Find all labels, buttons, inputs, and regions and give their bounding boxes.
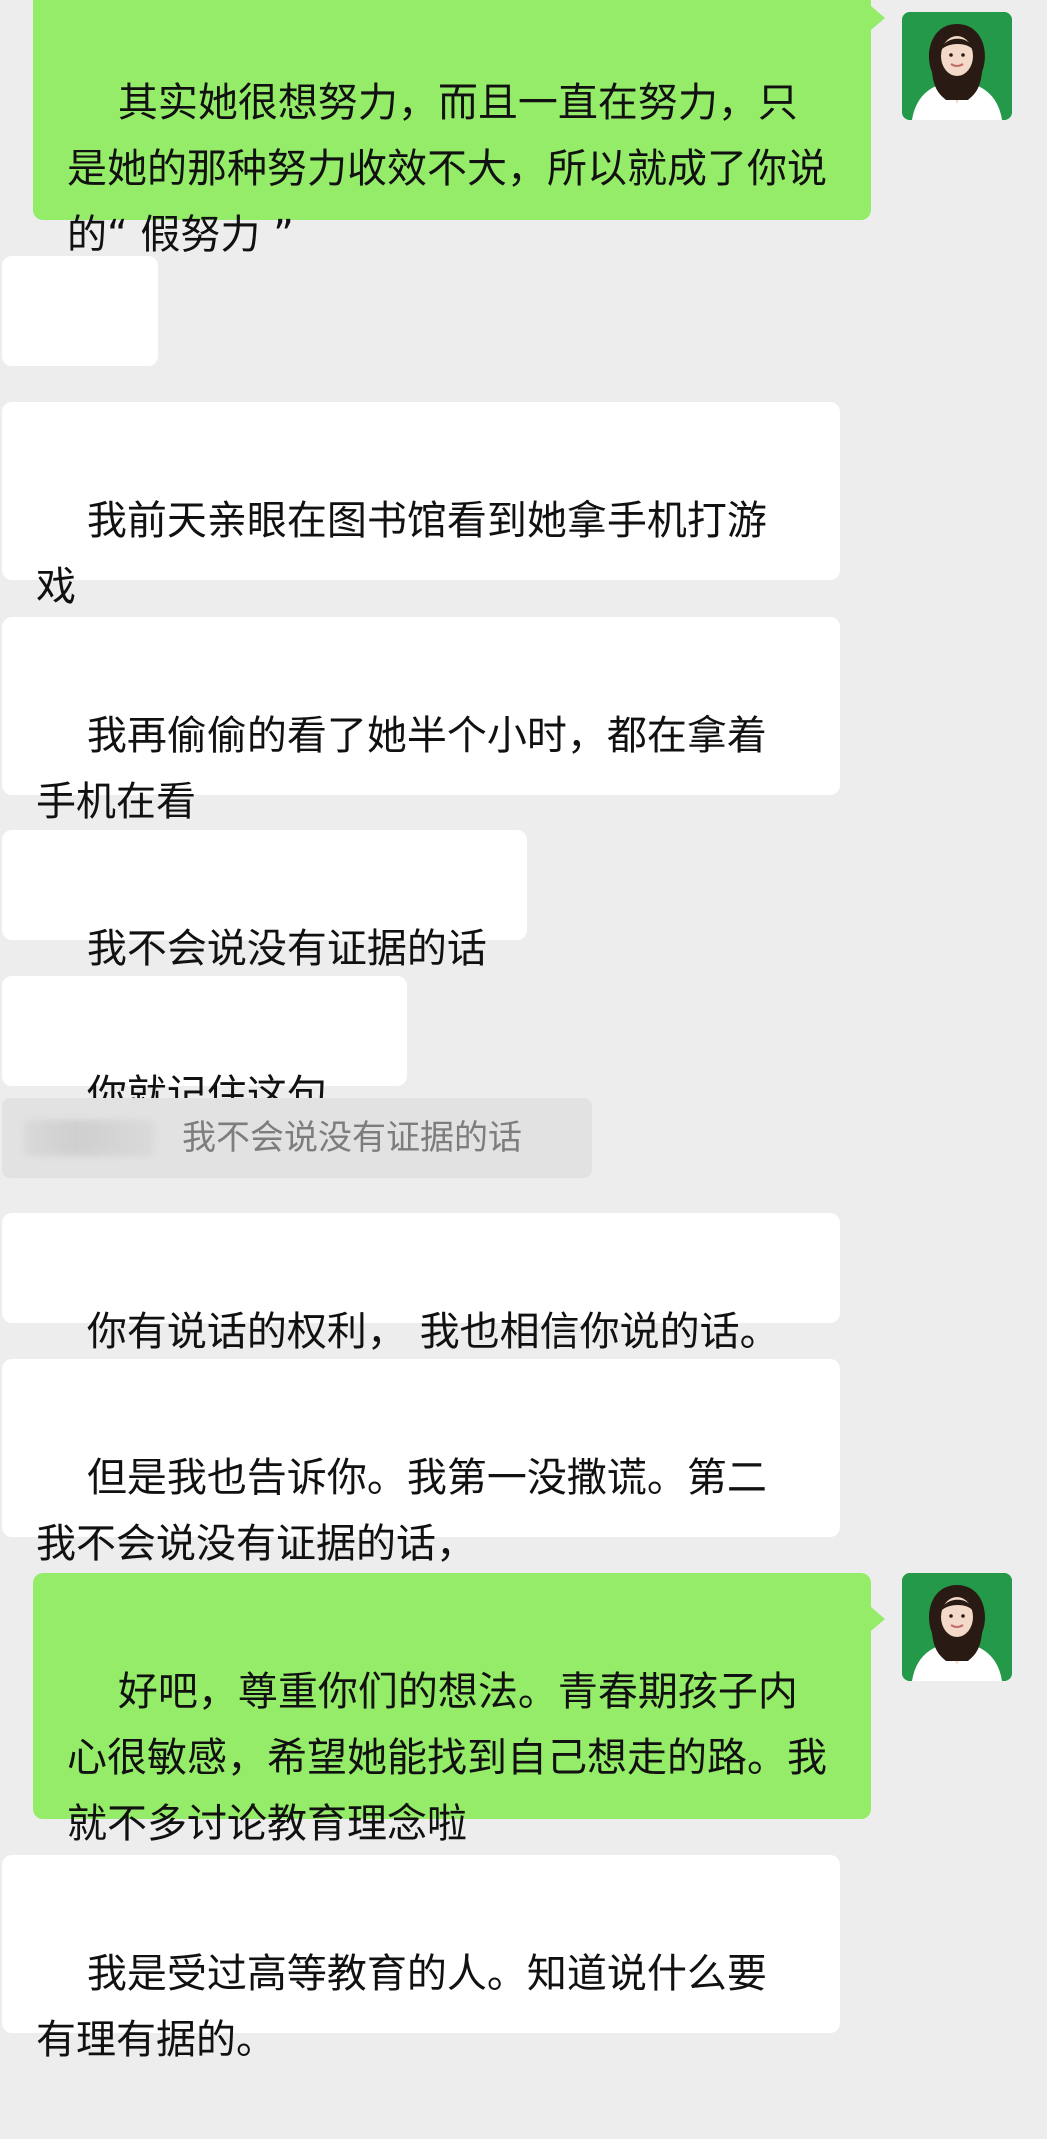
person-portrait-icon — [902, 1573, 1012, 1681]
message-text: 其实她很想努力，而且一直在努力，只是她的那种努力收效不大，所以就成了你说的“ 假… — [67, 80, 827, 258]
message-bubble-incoming[interactable]: 但是我也告诉你。我第一没撒谎。第二我不会说没有证据的话， — [2, 1359, 840, 1567]
user-avatar-icon[interactable] — [902, 12, 1012, 120]
message-bubble-incoming[interactable]: 我再偷偷的看了她半个小时，都在拿着手机在看 — [2, 617, 840, 825]
message-bubble-outgoing[interactable]: 其实她很想努力，而且一直在努力，只是她的那种努力收效不大，所以就成了你说的“ 假… — [33, 0, 885, 258]
person-portrait-icon — [902, 12, 1012, 120]
message-bubble-incoming[interactable]: 扯淡 — [2, 256, 158, 464]
quoted-message-text: 我不会说没有证据的话 — [182, 1118, 522, 1158]
message-text: 你有说话的权利， 我也相信你说的话。 — [86, 1309, 780, 1355]
quoted-message[interactable]: 我不会说没有证据的话 — [2, 1098, 592, 1178]
message-text: 我是受过高等教育的人。知道说什么要有理有据的。 — [36, 1951, 767, 2063]
message-bubble-incoming[interactable]: 你有说话的权利， 我也相信你说的话。 — [2, 1213, 840, 1355]
message-text: 我不会说没有证据的话 — [86, 926, 487, 972]
message-bubble-incoming[interactable]: 我前天亲眼在图书馆看到她拿手机打游戏 — [2, 402, 840, 610]
bubble-tail — [871, 6, 885, 30]
message-bubble-incoming[interactable]: 我不会说没有证据的话 — [2, 830, 527, 972]
message-text: 好吧，尊重你们的想法。青春期孩子内心很敏感，希望她能找到自己想走的路。我就不多讨… — [67, 1669, 827, 1847]
message-text: 但是我也告诉你。我第一没撒谎。第二我不会说没有证据的话， — [36, 1455, 767, 1567]
quoted-sender-name-blurred — [24, 1120, 154, 1156]
chat-container: 其实她很想努力，而且一直在努力，只是她的那种努力收效不大，所以就成了你说的“ 假… — [0, 0, 1047, 2063]
message-text: 我再偷偷的看了她半个小时，都在拿着手机在看 — [36, 713, 767, 825]
bubble-tail — [871, 1607, 885, 1631]
message-bubble-incoming[interactable]: 我是受过高等教育的人。知道说什么要有理有据的。 — [2, 1855, 840, 2063]
message-text: 我前天亲眼在图书馆看到她拿手机打游戏 — [36, 498, 767, 610]
message-bubble-incoming[interactable]: 你就记住这句话。 — [2, 976, 407, 1184]
user-avatar-icon[interactable] — [902, 1573, 1012, 1681]
message-bubble-outgoing[interactable]: 好吧，尊重你们的想法。青春期孩子内心很敏感，希望她能找到自己想走的路。我就不多讨… — [33, 1573, 885, 1847]
